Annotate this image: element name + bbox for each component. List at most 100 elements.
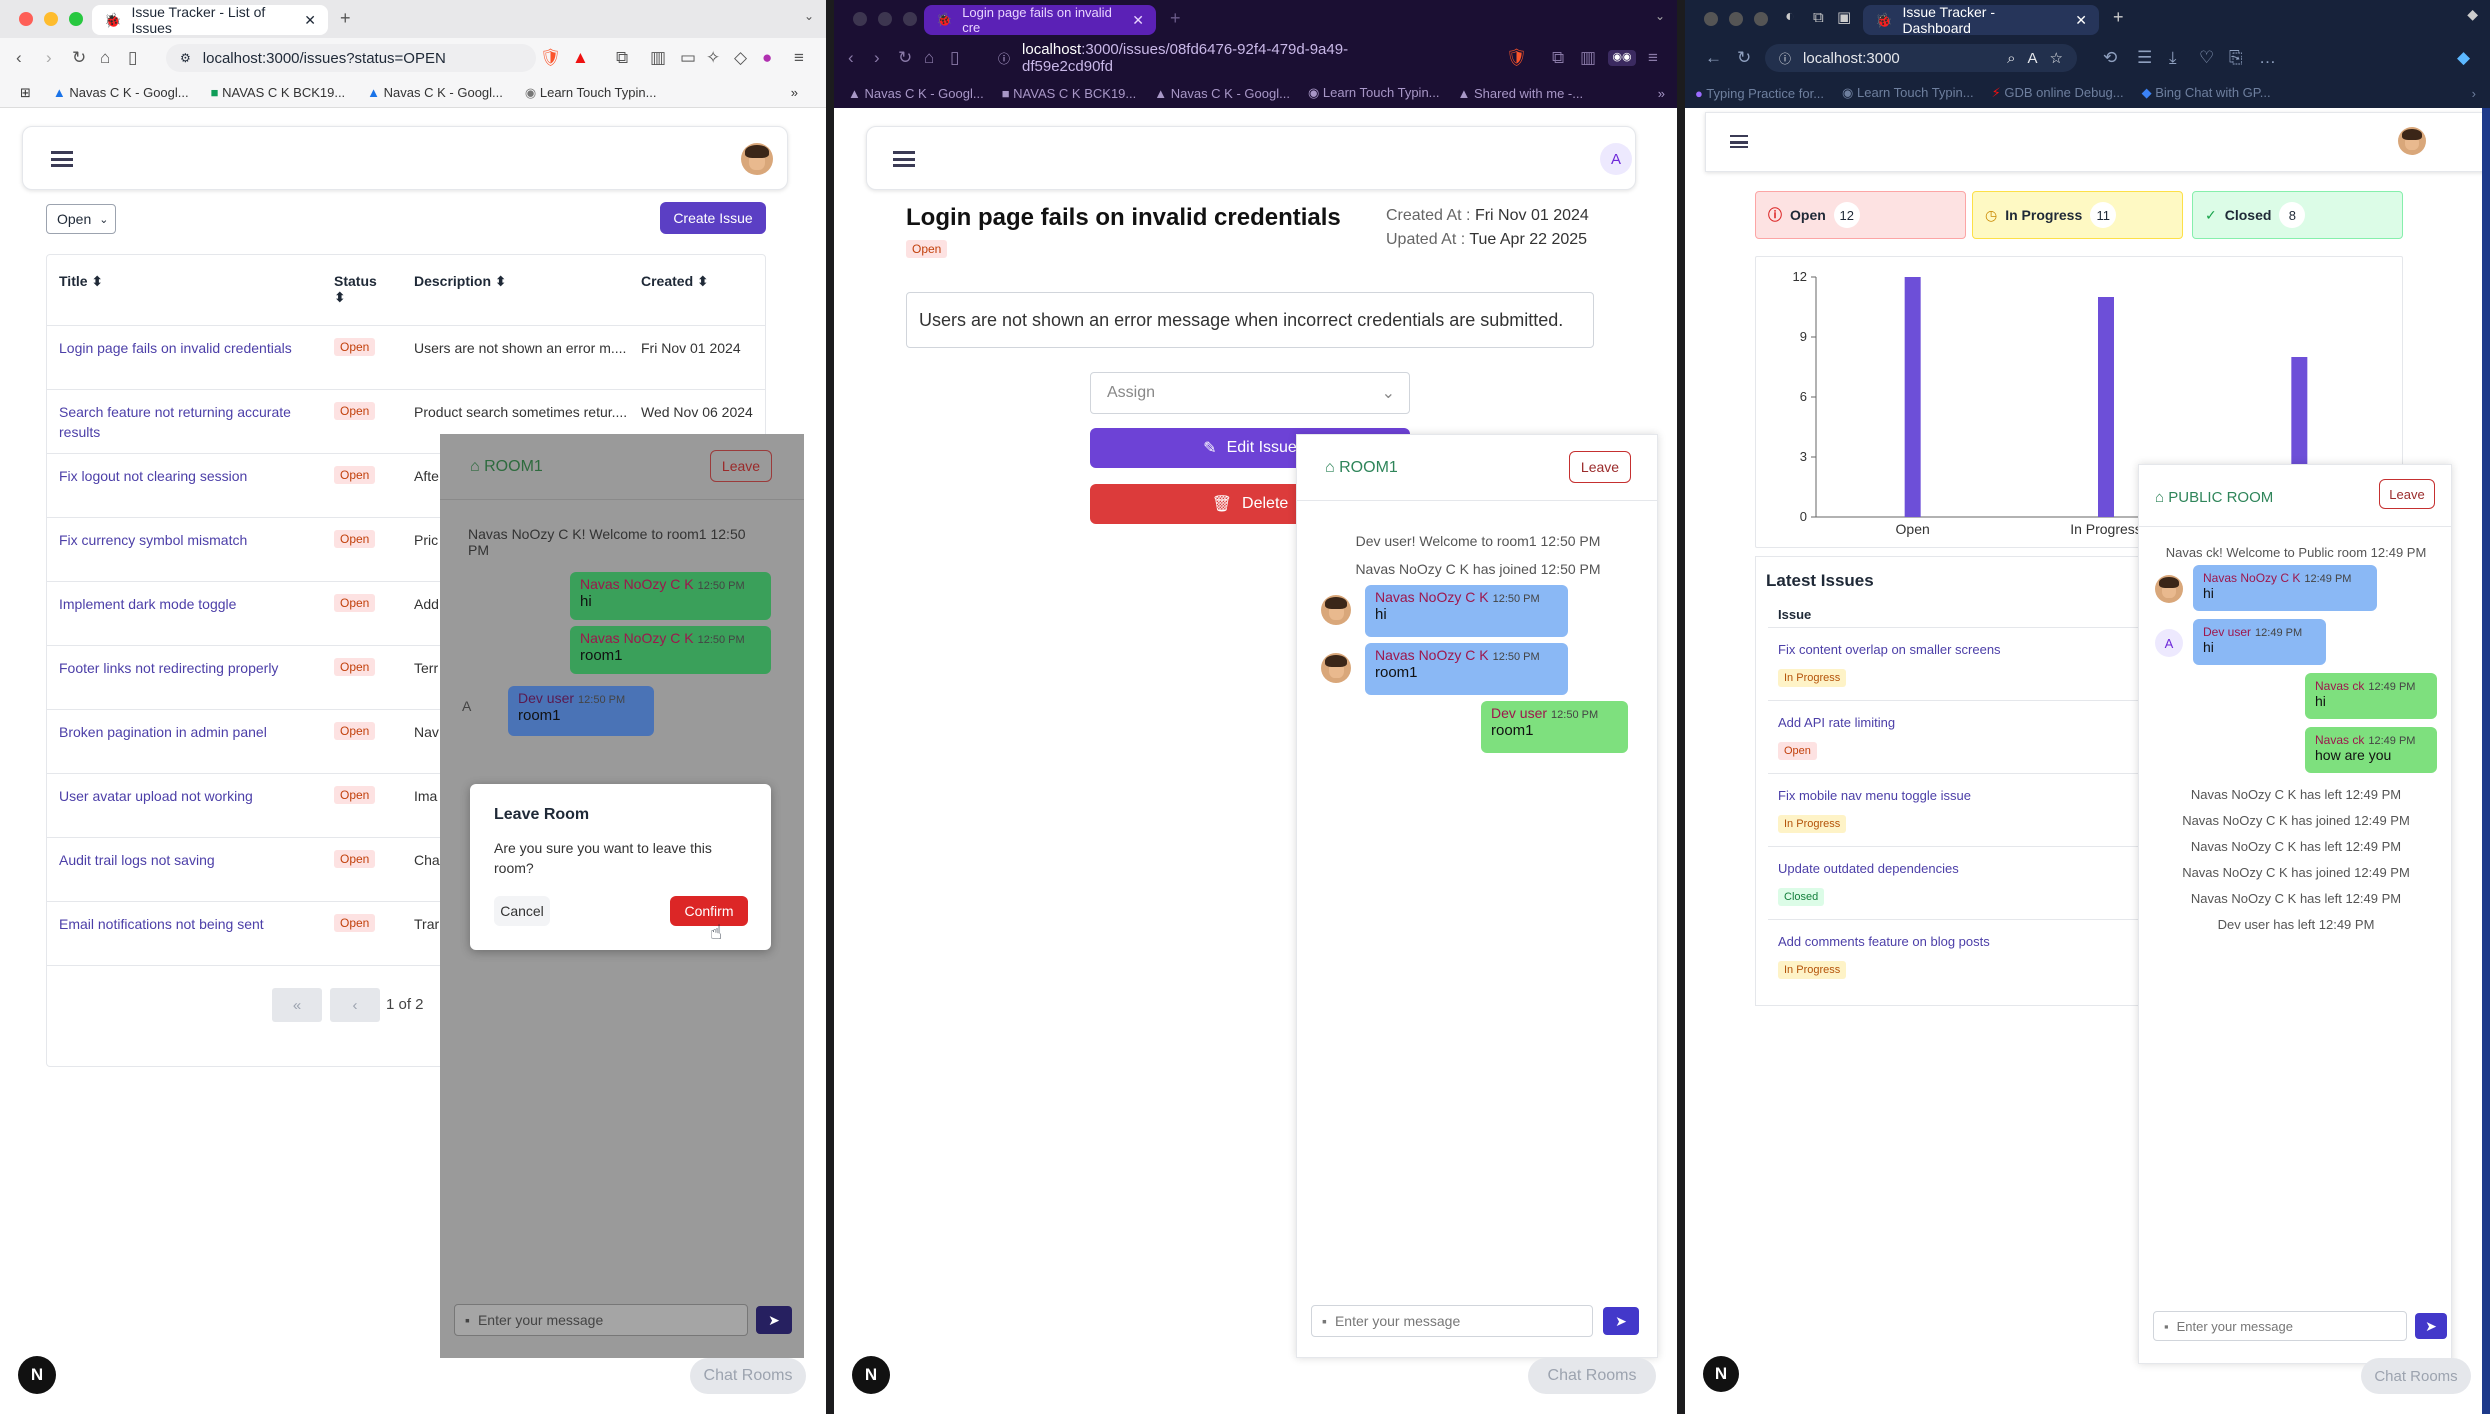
hamburger-icon[interactable] bbox=[51, 151, 73, 167]
table-row[interactable]: Login page fails on invalid credentials O… bbox=[47, 325, 765, 389]
chat-rooms-button[interactable]: Chat Rooms bbox=[2361, 1358, 2471, 1394]
user-avatar[interactable] bbox=[741, 143, 773, 175]
brave-shield-icon[interactable]: 🛡 bbox=[540, 48, 562, 68]
col-description-header[interactable]: Description ⬍ bbox=[406, 255, 633, 325]
copilot-icon[interactable]: ◆ bbox=[2467, 6, 2478, 23]
tab-list-icon[interactable]: ⌄ bbox=[1655, 9, 1665, 23]
back-icon[interactable]: ‹ bbox=[848, 48, 854, 68]
more-bookmarks-icon[interactable]: › bbox=[2472, 86, 2476, 101]
nextjs-dev-icon[interactable]: N bbox=[1703, 1356, 1739, 1392]
hamburger-icon[interactable] bbox=[893, 151, 915, 167]
sidebar-icon[interactable]: ▥ bbox=[1580, 48, 1596, 68]
send-button[interactable]: ➤ bbox=[756, 1306, 792, 1334]
stat-open[interactable]: ⓘ Open 12 bbox=[1755, 191, 1966, 239]
user-avatar[interactable] bbox=[2398, 127, 2426, 155]
assign-select[interactable]: Assign ⌄ bbox=[1090, 372, 1410, 414]
status-filter-select[interactable]: Open ⌄ bbox=[46, 204, 116, 234]
close-tab-icon[interactable]: ✕ bbox=[304, 12, 316, 29]
reload-icon[interactable]: ↻ bbox=[1737, 48, 1751, 68]
nextjs-dev-icon[interactable]: N bbox=[852, 1356, 890, 1394]
prev-page-button[interactable]: ‹ bbox=[330, 988, 380, 1022]
leave-button[interactable]: Leave bbox=[2379, 479, 2435, 509]
profile-icon[interactable]: ◐ bbox=[1785, 8, 1795, 26]
forward-icon[interactable]: › bbox=[46, 48, 52, 68]
reload-icon[interactable]: ↻ bbox=[898, 48, 912, 68]
create-issue-button[interactable]: Create Issue bbox=[660, 202, 766, 234]
bookmark-2[interactable]: ◉ Learn Touch Typin... bbox=[1842, 85, 1974, 101]
back-icon[interactable]: ‹ bbox=[16, 48, 22, 68]
url-field[interactable]: ⚙ localhost:3000/issues?status=OPEN bbox=[166, 44, 536, 72]
bookmark-1[interactable]: ▲ Navas C K - Googl... bbox=[53, 85, 189, 100]
back-icon[interactable]: ← bbox=[1705, 48, 1722, 68]
sidebar-icon[interactable]: ▥ bbox=[650, 48, 666, 68]
download-icon[interactable]: ⤓ bbox=[2169, 48, 2177, 68]
bookmark-2[interactable]: ■ NAVAS C K BCK19... bbox=[211, 85, 346, 100]
leave-button[interactable]: Leave bbox=[710, 450, 772, 482]
issue-title-link[interactable]: Email notifications not being sent bbox=[47, 901, 326, 965]
send-button[interactable]: ➤ bbox=[2415, 1313, 2447, 1339]
user-avatar[interactable]: A bbox=[1600, 143, 1632, 175]
bookmark-4[interactable]: ◆ Bing Chat with GP... bbox=[2142, 85, 2271, 101]
extension-icon[interactable]: ⧉ bbox=[616, 48, 628, 68]
bookmark-4[interactable]: ◉ Learn Touch Typin... bbox=[525, 85, 657, 101]
cancel-button[interactable]: Cancel bbox=[494, 896, 550, 926]
window-controls[interactable] bbox=[0, 12, 83, 26]
new-tab-icon[interactable]: + bbox=[1170, 8, 1181, 29]
issue-title-link[interactable]: Audit trail logs not saving bbox=[47, 837, 326, 901]
url-field[interactable]: ⓘ localhost:3000/issues/08fd6476-92f4-47… bbox=[984, 41, 1434, 75]
tab-actions-icon[interactable]: ▣ bbox=[1837, 8, 1851, 26]
bookmark-4[interactable]: ◉ Learn Touch Typin... bbox=[1308, 85, 1440, 101]
share-icon[interactable]: ⎘ bbox=[2229, 48, 2243, 68]
leo-icon[interactable]: ✧ bbox=[706, 48, 720, 68]
menu-icon[interactable]: ≡ bbox=[1648, 48, 1658, 68]
issue-title-link[interactable]: User avatar upload not working bbox=[47, 773, 326, 837]
col-created-header[interactable]: Created ⬍ bbox=[633, 255, 765, 325]
close-tab-icon[interactable]: ✕ bbox=[1132, 12, 1144, 29]
stat-closed[interactable]: ✓ Closed 8 bbox=[2192, 191, 2403, 239]
window-controls[interactable] bbox=[1685, 12, 1768, 26]
send-button[interactable]: ➤ bbox=[1603, 1307, 1639, 1335]
issue-title-link[interactable]: Footer links not redirecting properly bbox=[47, 645, 326, 709]
vpn-icon[interactable]: ◇ bbox=[734, 48, 747, 68]
bookmark-3[interactable]: ▲ Navas C K - Googl... bbox=[1154, 86, 1290, 101]
tab-list-icon[interactable]: ⌄ bbox=[804, 9, 814, 23]
bookmark-icon[interactable]: ▯ bbox=[128, 48, 137, 68]
collections-icon[interactable]: ⧉ bbox=[1813, 9, 1824, 26]
profile-icon[interactable]: ● bbox=[762, 48, 772, 68]
issue-title-link[interactable]: Fix logout not clearing session bbox=[47, 453, 326, 517]
bookmark-3[interactable]: ▲ Navas C K - Googl... bbox=[367, 85, 503, 100]
favorites-icon[interactable]: ☰ bbox=[2137, 48, 2152, 68]
message-input[interactable]: ▪ Enter your message bbox=[454, 1304, 748, 1336]
extension-icon[interactable]: ⧉ bbox=[1552, 48, 1564, 68]
home-icon[interactable]: ⌂ bbox=[924, 48, 934, 68]
wallet-icon[interactable]: ▭ bbox=[680, 48, 696, 68]
bookmark-icon[interactable]: ▯ bbox=[950, 48, 959, 68]
leave-button[interactable]: Leave bbox=[1569, 451, 1631, 483]
hamburger-icon[interactable] bbox=[1730, 135, 1748, 148]
more-bookmarks-icon[interactable]: » bbox=[791, 85, 798, 100]
message-input[interactable]: ▪ Enter your message bbox=[1311, 1305, 1593, 1337]
close-tab-icon[interactable]: ✕ bbox=[2075, 12, 2087, 29]
bookmark-5[interactable]: ▲ Shared with me -... bbox=[1458, 86, 1584, 101]
chat-rooms-button[interactable]: Chat Rooms bbox=[1528, 1358, 1656, 1394]
bookmark-2[interactable]: ■ NAVAS C K BCK19... bbox=[1002, 86, 1137, 101]
apps-grid-icon[interactable]: ⊞ bbox=[20, 85, 31, 101]
private-window-icon[interactable]: ◉◉ bbox=[1608, 50, 1636, 66]
window-controls[interactable] bbox=[834, 12, 917, 26]
confirm-button[interactable]: Confirm bbox=[670, 896, 748, 926]
stat-in-progress[interactable]: ◷ In Progress 11 bbox=[1972, 191, 2183, 239]
issue-title-link[interactable]: Login page fails on invalid credentials bbox=[47, 325, 326, 389]
new-tab-icon[interactable]: + bbox=[340, 8, 351, 29]
chat-rooms-button[interactable]: Chat Rooms bbox=[690, 1358, 806, 1394]
issue-title-link[interactable]: Fix currency symbol mismatch bbox=[47, 517, 326, 581]
alert-icon[interactable]: ▲ bbox=[572, 48, 589, 68]
message-input[interactable]: ▪ Enter your message bbox=[2153, 1311, 2407, 1341]
home-icon[interactable]: ⌂ bbox=[100, 48, 110, 68]
more-icon[interactable]: … bbox=[2259, 48, 2276, 68]
tab-issue-detail[interactable]: 🐞 Login page fails on invalid cre ✕ bbox=[924, 5, 1156, 35]
more-bookmarks-icon[interactable]: » bbox=[1658, 86, 1665, 101]
bookmark-1[interactable]: ● Typing Practice for... bbox=[1695, 86, 1824, 101]
bookmark-3[interactable]: ⚡ GDB online Debug... bbox=[1992, 85, 2124, 101]
bookmark-1[interactable]: ▲ Navas C K - Googl... bbox=[848, 86, 984, 101]
url-field[interactable]: ⓘ localhost:3000 ⌕ A ☆ bbox=[1765, 44, 2077, 72]
